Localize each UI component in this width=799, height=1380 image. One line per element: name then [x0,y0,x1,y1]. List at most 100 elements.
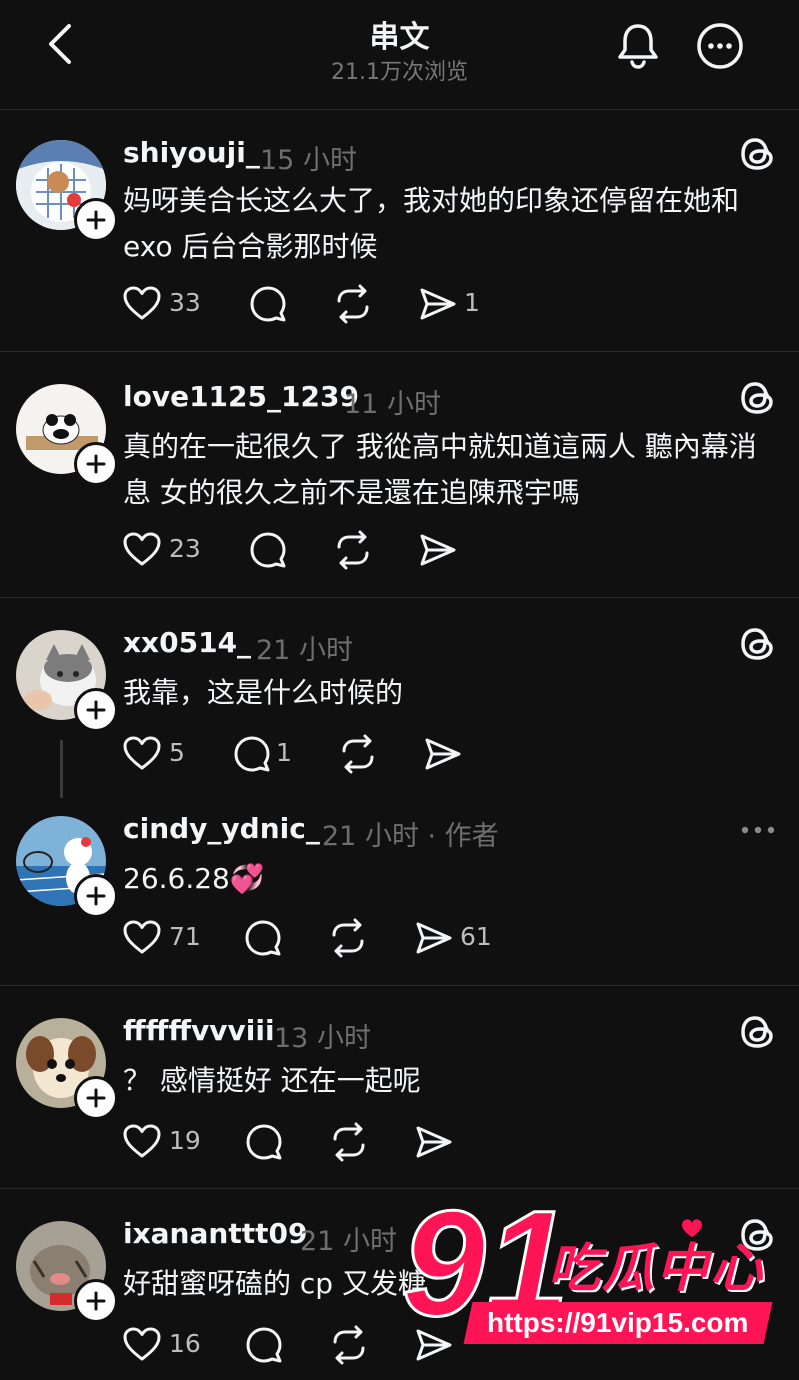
bell-icon [618,24,658,69]
like-button[interactable]: 33 [122,284,212,324]
top-bar: 串文 21.1万次浏览 [0,0,799,110]
reply-button[interactable] [244,1325,284,1365]
post-item: ffffffvvviii 13 小时 ？ 感情挺好 还在一起呢 19 [0,986,799,1188]
heart-icon [123,286,161,320]
heart-icon [123,920,161,954]
avatar-container [16,816,118,918]
reply-button[interactable]: 1 [232,734,302,774]
comment-icon [245,920,281,956]
share-button[interactable] [418,530,458,570]
comment-icon [250,286,286,322]
repost-button[interactable] [328,918,368,958]
follow-button[interactable] [74,1076,118,1120]
share-button[interactable] [423,734,463,774]
like-button[interactable]: 71 [122,918,202,958]
username[interactable]: xx0514_ [123,626,251,659]
comment-icon [246,1327,282,1363]
follow-button[interactable] [74,1279,118,1323]
avatar-container [16,630,118,732]
post-item: shiyouji_ 15 小时 妈呀美合长这么大了，我对她的印象还停留在她和 e… [0,110,799,351]
heart-icon [123,1327,161,1361]
post-text: 妈呀美合长这么大了，我对她的印象还停留在她和 exo 后台合影那时候 [123,184,740,263]
like-button[interactable]: 5 [122,734,192,774]
timestamp: 21 小时 [300,1226,397,1257]
repost-button[interactable] [338,734,378,774]
username[interactable]: ixananttt09 [123,1217,307,1250]
repost-button[interactable] [333,284,373,324]
send-icon [416,1126,452,1158]
plus-icon [86,886,106,906]
share-button[interactable]: 61 [414,918,494,958]
repost-button[interactable] [329,1122,369,1162]
follow-button[interactable] [74,442,118,486]
comment-icon [246,1124,282,1160]
post-more-button[interactable] [740,820,776,840]
watermark-name: 吃瓜中心 [548,1239,765,1299]
share-button[interactable] [414,1122,454,1162]
username[interactable]: ffffffvvviii [123,1014,275,1047]
heart-icon [123,736,161,770]
reply-button[interactable] [248,530,288,570]
threads-logo-icon[interactable] [738,624,778,664]
threads-logo-icon[interactable] [738,134,778,174]
repost-icon [333,1325,365,1365]
plus-icon [86,1088,106,1108]
reply-button[interactable] [243,918,283,958]
avatar-container [16,1018,118,1120]
avatar-container [16,140,118,242]
send-icon [416,922,452,954]
timestamp: 21 小时 [256,635,353,666]
reply-button[interactable] [248,284,288,324]
heart-icon [123,1124,161,1158]
more-options-button[interactable] [694,20,746,72]
plus-icon [86,210,106,230]
post-item: xx0514_ 21 小时 我靠，这是什么时候的 5 1 [0,598,799,798]
avatar-container [16,384,118,486]
share-button[interactable]: 1 [418,284,488,324]
username[interactable]: cindy_ydnic_ [123,812,320,845]
repost-icon [333,1122,365,1162]
repost-button[interactable] [333,530,373,570]
comment-icon [234,736,270,772]
heart-icon [123,532,161,566]
reply-button[interactable] [244,1122,284,1162]
repost-button[interactable] [329,1325,369,1365]
page-title: 串文 [369,20,430,55]
send-icon [420,534,456,566]
threads-logo-icon[interactable] [738,1012,778,1052]
send-icon [416,1329,452,1361]
timestamp: 13 小时 [274,1023,371,1054]
threads-logo-icon[interactable] [738,378,778,418]
like-button[interactable]: 23 [122,530,212,570]
reply-count: 1 [276,738,292,767]
post-text: ？ 感情挺好 还在一起呢 [123,1064,421,1097]
like-button[interactable]: 16 [122,1325,202,1365]
like-button[interactable]: 19 [122,1122,202,1162]
username[interactable]: love1125_1239 [123,380,359,413]
send-icon [420,288,456,320]
plus-icon [86,454,106,474]
like-count: 19 [169,1126,201,1155]
post-text: 真的在一起很久了 我從高中就知道這兩人 聽內幕消息 女的很久之前不是還在追陳飛宇… [123,430,757,509]
notifications-button[interactable] [612,20,664,72]
share-count: 1 [464,288,480,317]
repost-icon [337,284,369,324]
follow-button[interactable] [74,874,118,918]
more-circle-icon [697,23,743,69]
like-count: 23 [169,534,201,563]
post-text: 26.6.28💞 [123,862,265,895]
repost-icon [342,734,374,774]
plus-icon [86,700,106,720]
share-button[interactable] [414,1325,454,1365]
follow-button[interactable] [74,688,118,732]
like-count: 33 [169,288,201,317]
view-count: 21.1万次浏览 [331,60,468,85]
like-count: 5 [169,738,185,767]
repost-icon [332,918,364,958]
plus-icon [86,1291,106,1311]
watermark-url: https://91vip15.com [463,1302,773,1344]
like-count: 16 [169,1329,201,1358]
username[interactable]: shiyouji_ [123,136,260,169]
follow-button[interactable] [74,198,118,242]
comment-icon [250,532,286,568]
